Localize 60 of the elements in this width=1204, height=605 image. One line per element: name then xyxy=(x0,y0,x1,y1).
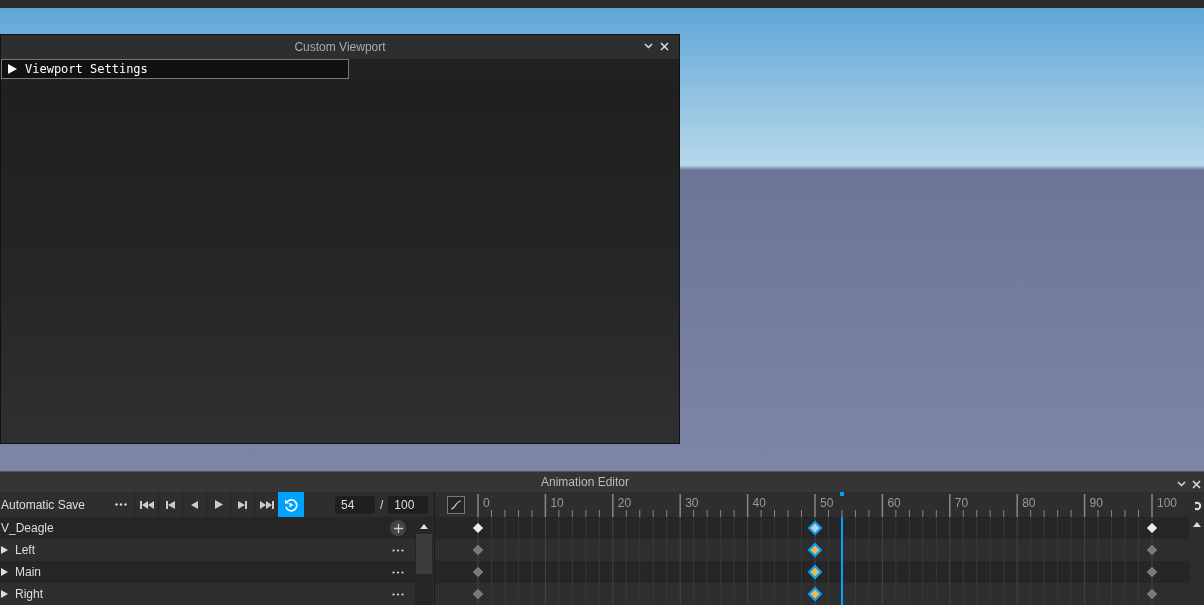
keyframe-marker[interactable] xyxy=(1147,545,1157,555)
more-icon xyxy=(392,592,404,596)
skip-to-end-icon xyxy=(259,500,274,509)
track-name[interactable]: Left xyxy=(15,541,35,559)
ruler-label: 10 xyxy=(550,496,564,510)
step-forward-icon xyxy=(238,500,247,509)
keyframe-marker[interactable] xyxy=(1147,567,1157,577)
ruler-label: 60 xyxy=(887,496,901,510)
keyframe-marker[interactable] xyxy=(807,586,823,602)
track-name[interactable]: V_Deagle xyxy=(1,519,54,537)
keyframe-marker[interactable] xyxy=(1146,522,1158,534)
play-reverse-icon xyxy=(191,500,198,509)
viewport-settings-header[interactable]: Viewport Settings xyxy=(1,59,349,79)
expand-arrow-icon[interactable] xyxy=(1,568,8,576)
skip-to-start-icon xyxy=(139,500,154,509)
scroll-up-icon xyxy=(1193,522,1201,527)
keyframe-marker[interactable] xyxy=(807,564,823,580)
add-track-button[interactable] xyxy=(390,520,406,536)
play-icon xyxy=(214,500,223,509)
keyframe-marker[interactable] xyxy=(807,520,823,536)
keyframe-marker[interactable] xyxy=(473,545,483,555)
ruler-label: 100 xyxy=(1157,496,1178,510)
close-icon[interactable] xyxy=(660,42,669,51)
curve-icon xyxy=(450,500,462,510)
ruler-label: 30 xyxy=(685,496,699,510)
step-back-icon xyxy=(166,500,175,509)
curve-editor-button[interactable] xyxy=(447,496,465,514)
save-mode-label: Automatic Save xyxy=(1,496,87,514)
ruler-label: 80 xyxy=(1022,496,1036,510)
loop-icon xyxy=(284,497,298,512)
plus-icon xyxy=(393,523,403,533)
keyframe-marker[interactable] xyxy=(473,567,483,577)
keyframe-marker[interactable] xyxy=(473,589,483,599)
window-title: Custom Viewport xyxy=(294,39,386,56)
expand-arrow-icon[interactable] xyxy=(1,590,8,598)
ruler-label: 0 xyxy=(483,496,490,510)
scrollbar[interactable] xyxy=(415,517,433,605)
track-name[interactable]: Right xyxy=(15,585,43,603)
keyframe-marker[interactable] xyxy=(1147,589,1157,599)
ruler-label: 20 xyxy=(617,496,632,510)
track-name[interactable]: Main xyxy=(15,563,41,581)
panel-title: Animation Editor xyxy=(541,474,630,491)
scroll-up-icon xyxy=(420,524,428,529)
total-frames-field[interactable]: 100 xyxy=(388,495,429,514)
ruler-label: 70 xyxy=(954,496,969,510)
ruler-label: 50 xyxy=(820,496,834,510)
more-icon xyxy=(392,548,404,552)
keyframe-marker[interactable] xyxy=(472,522,484,534)
ruler-label: 90 xyxy=(1089,496,1103,510)
current-frame-field[interactable]: 54 xyxy=(335,495,375,514)
more-icon xyxy=(392,570,404,574)
ruler-label: 40 xyxy=(752,496,766,510)
keyframe-marker[interactable] xyxy=(807,542,823,558)
close-icon[interactable] xyxy=(1192,480,1201,489)
expand-arrow-icon[interactable] xyxy=(1,546,8,554)
more-icon xyxy=(115,503,127,506)
timeline-ruler[interactable]: 0 10 20 30 40 50 60 70 80 90 100 xyxy=(475,492,1195,517)
frame-separator: / xyxy=(380,496,384,514)
chevron-down-icon[interactable] xyxy=(644,43,653,49)
chevron-down-icon[interactable] xyxy=(1177,481,1186,487)
